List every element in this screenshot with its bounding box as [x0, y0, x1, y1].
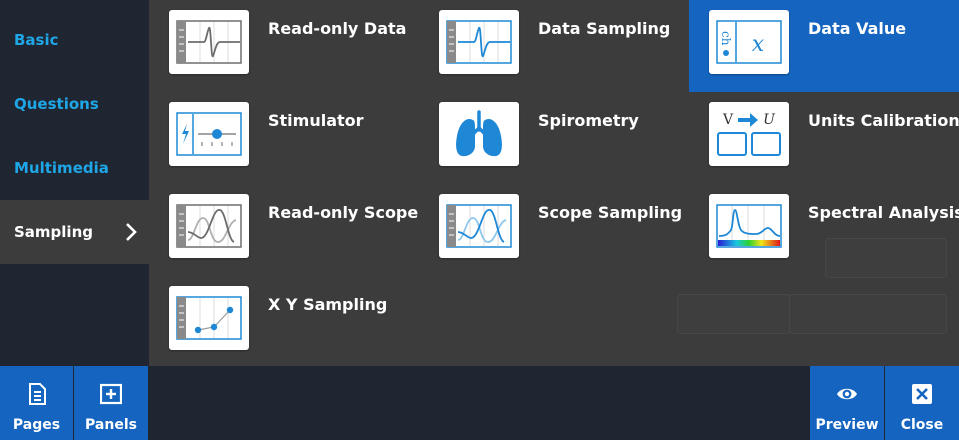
xy-sampling-icon — [169, 286, 249, 350]
panel-label: Read-only Data — [268, 19, 407, 38]
close-icon — [912, 384, 932, 404]
category-label: Questions — [14, 95, 99, 113]
pages-button[interactable]: Pages — [0, 366, 73, 440]
background-button — [789, 294, 947, 334]
panel-label: X Y Sampling — [268, 295, 388, 314]
panel-label: Scope Sampling — [538, 203, 683, 222]
category-sampling[interactable]: Sampling — [0, 200, 149, 264]
panel-label: Units Calibration — [808, 111, 959, 130]
chevron-right-icon — [126, 223, 137, 241]
panel-label: Stimulator — [268, 111, 364, 130]
spectral-analysis-icon — [709, 194, 789, 258]
category-label: Multimedia — [14, 159, 109, 177]
panel-label: Spectral Analysis — [808, 203, 959, 222]
category-basic[interactable]: Basic — [0, 8, 149, 72]
stimulator-icon — [169, 102, 249, 166]
eye-icon — [837, 388, 857, 400]
panel-spectral-analysis[interactable]: Spectral Analysis — [689, 184, 959, 276]
panels-button[interactable]: Panels — [74, 366, 148, 440]
add-panel-icon — [100, 383, 122, 405]
lungs-icon — [439, 102, 519, 166]
scope-sampling-icon — [439, 194, 519, 258]
category-questions[interactable]: Questions — [0, 72, 149, 136]
units-from-label: V — [722, 112, 734, 128]
panel-stimulator[interactable]: Stimulator — [149, 92, 419, 184]
panel-xy-sampling[interactable]: X Y Sampling — [149, 276, 419, 366]
category-label: Sampling — [14, 223, 93, 241]
panel-scope-sampling[interactable]: Scope Sampling — [419, 184, 689, 276]
units-to-label: U — [763, 112, 776, 128]
panel-label: Data Value — [808, 19, 907, 38]
panel-data-sampling[interactable]: Data Sampling — [419, 0, 689, 92]
background-button — [677, 294, 791, 334]
units-calibration-icon: V U — [709, 102, 789, 166]
read-only-scope-icon — [169, 194, 249, 258]
close-label: Close — [900, 417, 944, 433]
panel-picker: Read-only Data Data Sampling ch 𝑥 Data V… — [149, 0, 959, 366]
panel-data-value[interactable]: ch 𝑥 Data Value — [689, 0, 959, 92]
category-label: Basic — [14, 31, 59, 49]
svg-text:ch: ch — [719, 31, 733, 46]
bottom-toolbar: Pages Panels Preview Close — [0, 366, 959, 440]
panel-label: Data Sampling — [538, 19, 671, 38]
category-sidebar: Basic Questions Multimedia Sampling — [0, 0, 149, 366]
data-sampling-icon — [439, 10, 519, 74]
data-value-icon: ch 𝑥 — [709, 10, 789, 74]
read-only-data-icon — [169, 10, 249, 74]
panel-units-calibration[interactable]: V U Units Calibration — [689, 92, 959, 184]
close-button[interactable]: Close — [885, 366, 959, 440]
pages-label: Pages — [12, 417, 61, 433]
panel-read-only-scope[interactable]: Read-only Scope — [149, 184, 419, 276]
data-value-symbol: 𝑥 — [752, 32, 765, 57]
panels-label: Panels — [85, 417, 137, 433]
preview-label: Preview — [815, 417, 879, 433]
category-multimedia[interactable]: Multimedia — [0, 136, 149, 200]
panel-label: Read-only Scope — [268, 203, 419, 222]
pages-icon — [28, 383, 46, 405]
panel-spirometry[interactable]: Spirometry — [419, 92, 689, 184]
panel-label: Spirometry — [538, 111, 639, 130]
panel-read-only-data[interactable]: Read-only Data — [149, 0, 419, 92]
preview-button[interactable]: Preview — [810, 366, 884, 440]
